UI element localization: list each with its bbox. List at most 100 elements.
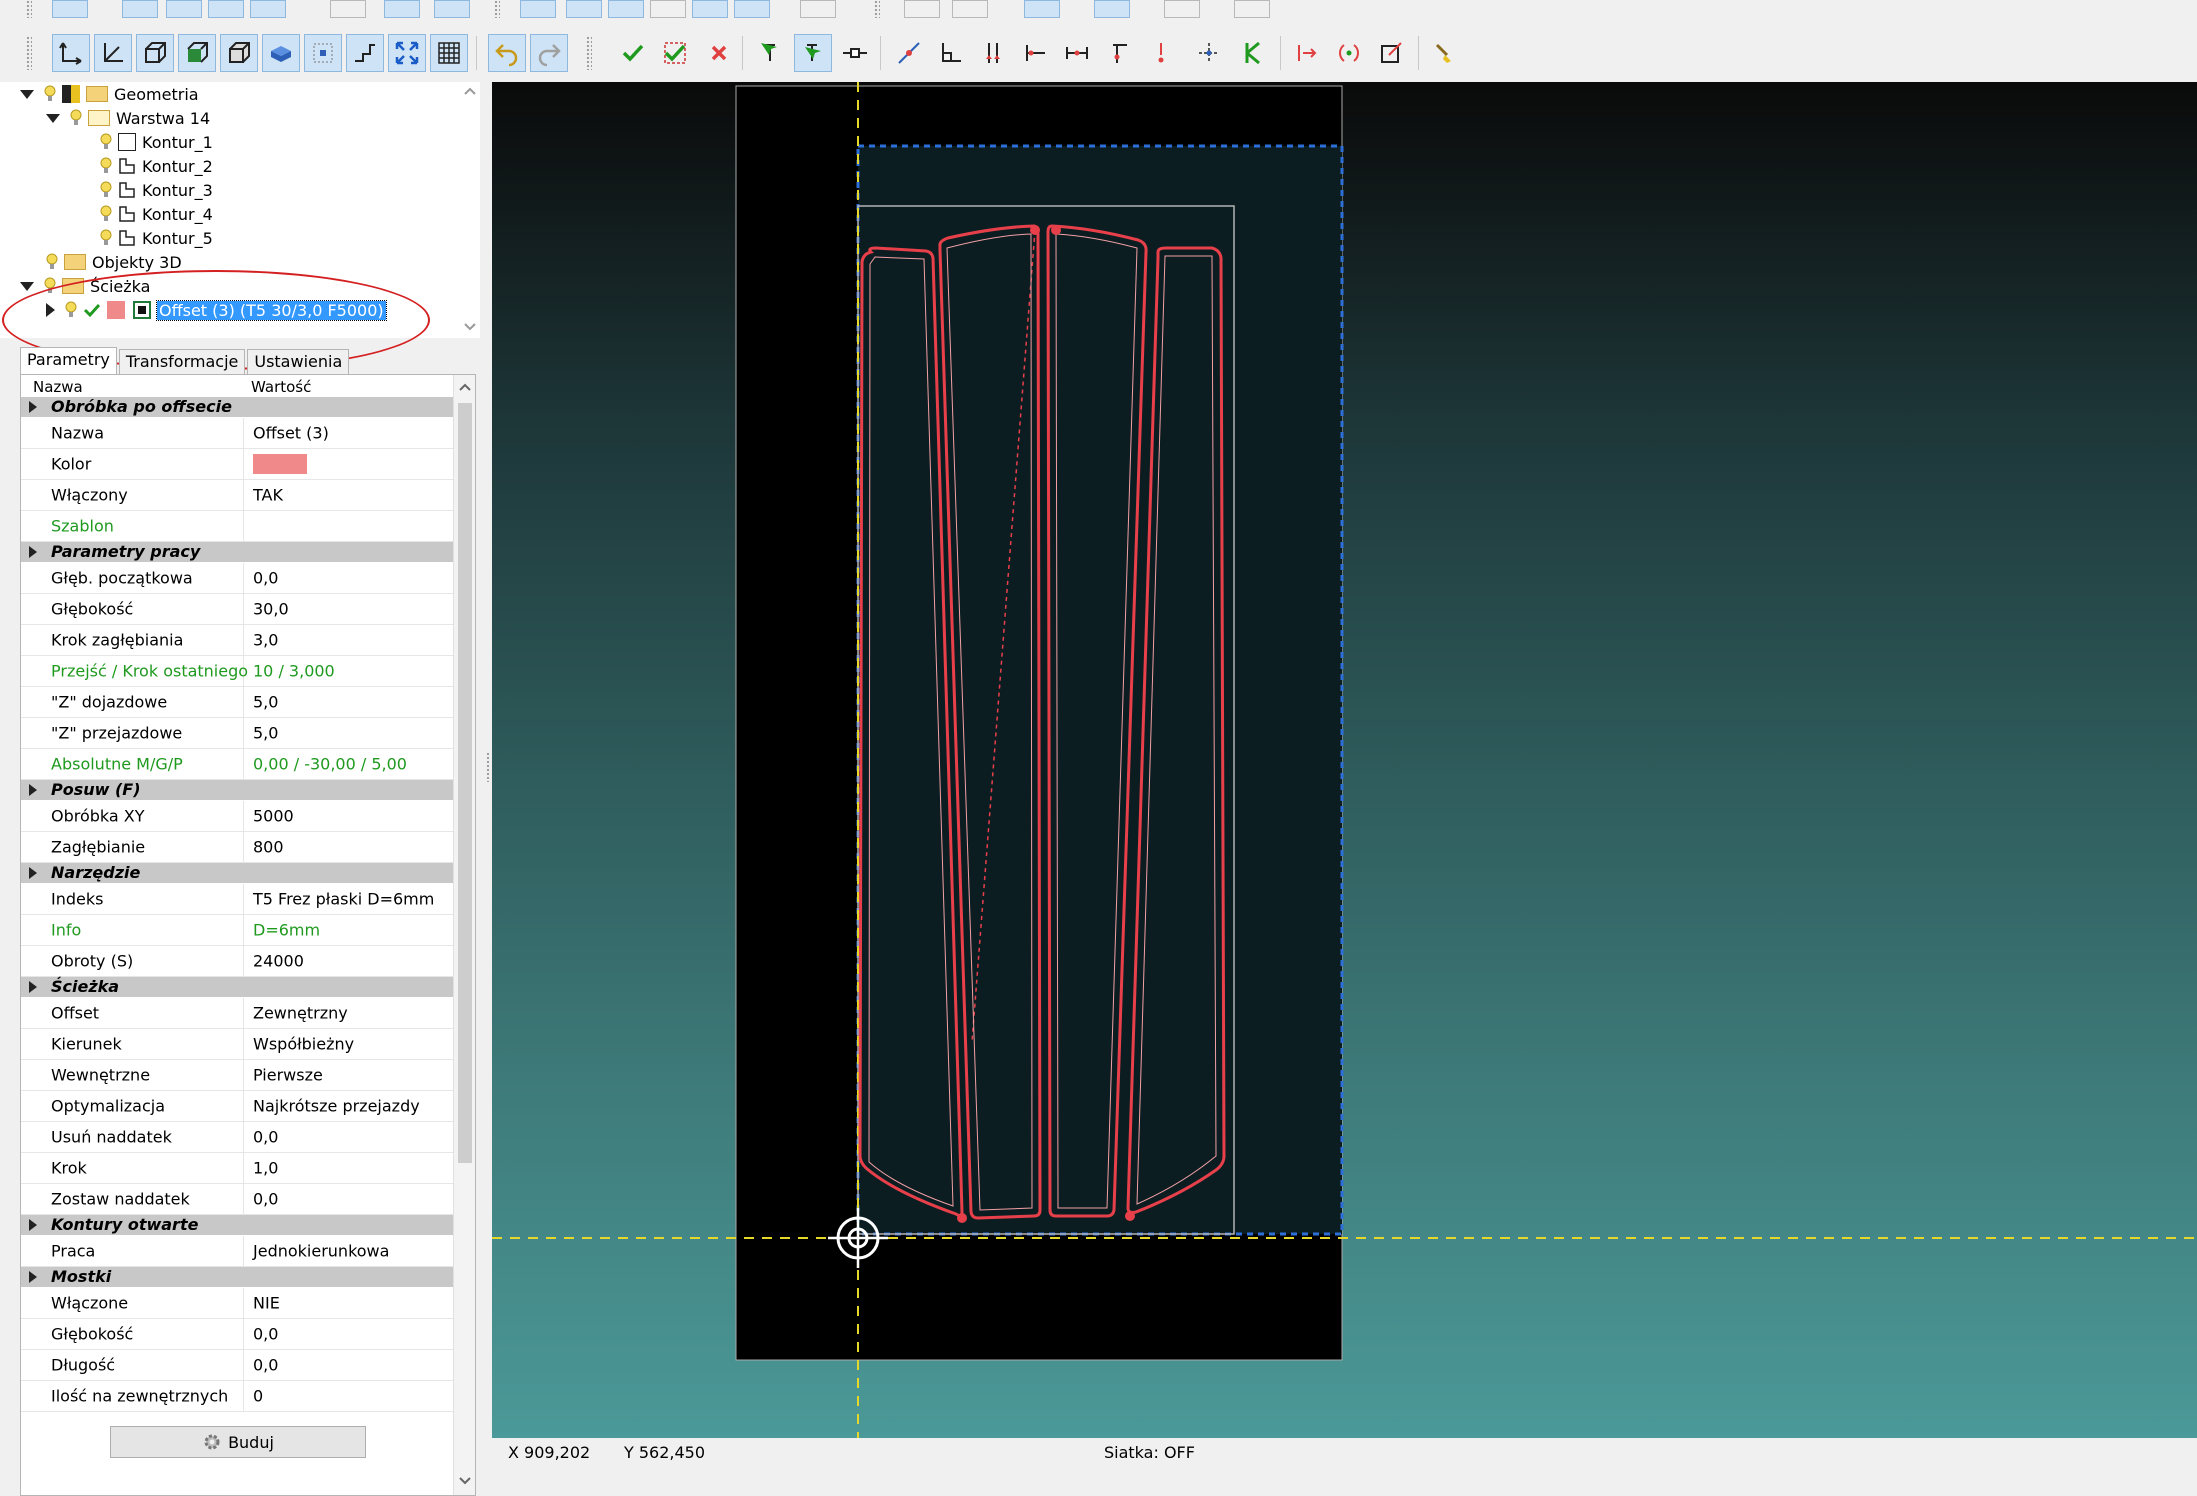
- scroll-up-icon[interactable]: [454, 377, 476, 399]
- property-value[interactable]: 800: [253, 838, 284, 857]
- toolbar-button[interactable]: [608, 0, 644, 18]
- cube-shaded-icon[interactable]: [220, 34, 258, 72]
- tab-transformacje[interactable]: Transformacje: [118, 349, 246, 374]
- toolbar-grip[interactable]: [874, 0, 880, 18]
- path-node[interactable]: [957, 1213, 967, 1223]
- toolbar-grip[interactable]: [26, 0, 32, 18]
- property-value[interactable]: 3,0: [253, 631, 278, 650]
- grid-row[interactable]: Zagłębianie 800: [21, 832, 453, 863]
- toolbar-grip[interactable]: [586, 36, 592, 70]
- grid-row[interactable]: Praca Jednokierunkowa: [21, 1236, 453, 1267]
- tree-item-warstwa-14[interactable]: Warstwa 14: [46, 106, 210, 130]
- grid-category[interactable]: Mostki: [21, 1267, 453, 1287]
- viewport-canvas[interactable]: [492, 82, 2197, 1438]
- property-value[interactable]: T5 Frez płaski D=6mm: [253, 890, 434, 909]
- expand-icon[interactable]: [20, 281, 34, 291]
- toolbar-button[interactable]: [1024, 0, 1060, 18]
- grid-row[interactable]: Info D=6mm: [21, 915, 453, 946]
- toolbar-button[interactable]: [330, 0, 366, 18]
- cube-solid-icon[interactable]: [178, 34, 216, 72]
- property-value[interactable]: 0,0: [253, 1128, 278, 1147]
- snap-k-icon[interactable]: [1234, 34, 1272, 72]
- toolbar-button[interactable]: [650, 0, 686, 18]
- grid-row[interactable]: Włączone NIE: [21, 1288, 453, 1319]
- project-tree[interactable]: Geometria Warstwa 14 Kontur_1 Kontur_2 K…: [0, 82, 460, 370]
- axis-angle-icon[interactable]: [94, 34, 132, 72]
- snap-middle-icon[interactable]: [1058, 34, 1096, 72]
- zoom-window-icon[interactable]: [304, 34, 342, 72]
- expand-icon[interactable]: [46, 113, 60, 123]
- tree-item-kontur-3[interactable]: Kontur_3: [100, 178, 213, 202]
- tree-item-offset-3[interactable]: Offset (3) (T5 30/3,0 F5000): [46, 298, 387, 322]
- grid-row[interactable]: Obroty (S) 24000: [21, 946, 453, 977]
- property-value[interactable]: Offset (3): [253, 424, 329, 443]
- toolbar-button[interactable]: [800, 0, 836, 18]
- tree-item-objekty-3d[interactable]: Objekty 3D: [46, 250, 182, 274]
- scroll-up-icon[interactable]: [460, 82, 480, 102]
- axis-origin-icon[interactable]: [52, 34, 90, 72]
- grid-row[interactable]: Krok zagłębiania 3,0: [21, 625, 453, 656]
- cad-viewport[interactable]: [492, 82, 2197, 1438]
- select-node-icon[interactable]: [752, 34, 790, 72]
- grid-row[interactable]: "Z" dojazdowe 5,0: [21, 687, 453, 718]
- check-icon[interactable]: [83, 301, 101, 319]
- expand-icon[interactable]: [29, 784, 37, 796]
- snap-angle-icon[interactable]: [932, 34, 970, 72]
- expand-icon[interactable]: [29, 401, 37, 413]
- toolbar-button[interactable]: [1094, 0, 1130, 18]
- property-value[interactable]: Zewnętrzny: [253, 1004, 348, 1023]
- solid-blue-icon[interactable]: [262, 34, 300, 72]
- property-value[interactable]: TAK: [253, 486, 283, 505]
- toolbar-button[interactable]: [904, 0, 940, 18]
- bulb-icon[interactable]: [100, 181, 112, 199]
- select-pointer-icon[interactable]: [794, 34, 832, 72]
- grid-row[interactable]: Absolutne M/G/P 0,00 / -30,00 / 5,00: [21, 749, 453, 780]
- property-value[interactable]: 5,0: [253, 693, 278, 712]
- snap-corner-icon[interactable]: [1100, 34, 1138, 72]
- tangent-icon[interactable]: [1288, 34, 1326, 72]
- tab-ustawienia[interactable]: Ustawienia: [247, 349, 350, 374]
- bracket-icon[interactable]: [1330, 34, 1368, 72]
- grid-row[interactable]: Kolor: [21, 449, 453, 480]
- grid-category[interactable]: Ścieżka: [21, 977, 453, 997]
- toolbar-button[interactable]: [52, 0, 88, 18]
- grid-row[interactable]: Długość 0,0: [21, 1350, 453, 1381]
- bulb-icon[interactable]: [65, 301, 77, 319]
- property-value[interactable]: Najkrótsze przejazdy: [253, 1097, 420, 1116]
- cube-wire-icon[interactable]: [136, 34, 174, 72]
- path-node[interactable]: [1125, 1211, 1135, 1221]
- panel-splitter[interactable]: [484, 82, 492, 1466]
- undo-icon[interactable]: [488, 34, 526, 72]
- snap-cross-icon[interactable]: [1190, 34, 1228, 72]
- grid-row[interactable]: Usuń naddatek 0,0: [21, 1122, 453, 1153]
- property-value[interactable]: 24000: [253, 952, 304, 971]
- grid-row[interactable]: Głębokość 30,0: [21, 594, 453, 625]
- grid-row[interactable]: Indeks T5 Frez płaski D=6mm: [21, 884, 453, 915]
- color-swatch[interactable]: [253, 454, 307, 474]
- property-value[interactable]: 0,00 / -30,00 / 5,00: [253, 755, 407, 774]
- toolbar-button[interactable]: [434, 0, 470, 18]
- property-grid[interactable]: Nazwa Wartość Obróbka po offsecie Nazwa Of…: [20, 374, 476, 1496]
- property-value[interactable]: Współbieżny: [253, 1035, 354, 1054]
- property-value[interactable]: 0,0: [253, 1190, 278, 1209]
- property-value[interactable]: 0,0: [253, 569, 278, 588]
- grid-row[interactable]: Optymalizacja Najkrótsze przejazdy: [21, 1091, 453, 1122]
- grid-category[interactable]: Posuw (F): [21, 780, 453, 800]
- grid-icon[interactable]: [430, 34, 468, 72]
- toolbar-button[interactable]: [384, 0, 420, 18]
- property-value[interactable]: 1,0: [253, 1159, 278, 1178]
- property-value[interactable]: NIE: [253, 1294, 280, 1313]
- bulb-icon[interactable]: [46, 253, 58, 271]
- tree-item-kontur-4[interactable]: Kontur_4: [100, 202, 213, 226]
- fit-all-icon[interactable]: [388, 34, 426, 72]
- grid-row[interactable]: Kierunek Współbieżny: [21, 1029, 453, 1060]
- toolbar-grip[interactable]: [26, 36, 32, 70]
- steps-icon[interactable]: [346, 34, 384, 72]
- toolbar-grip[interactable]: [494, 0, 500, 18]
- property-value[interactable]: 5,0: [253, 724, 278, 743]
- property-value[interactable]: 0,0: [253, 1356, 278, 1375]
- grid-row[interactable]: Nazwa Offset (3): [21, 418, 453, 449]
- property-value[interactable]: D=6mm: [253, 921, 320, 940]
- tree-scrollbar[interactable]: [460, 82, 480, 338]
- cancel-icon[interactable]: [700, 34, 738, 72]
